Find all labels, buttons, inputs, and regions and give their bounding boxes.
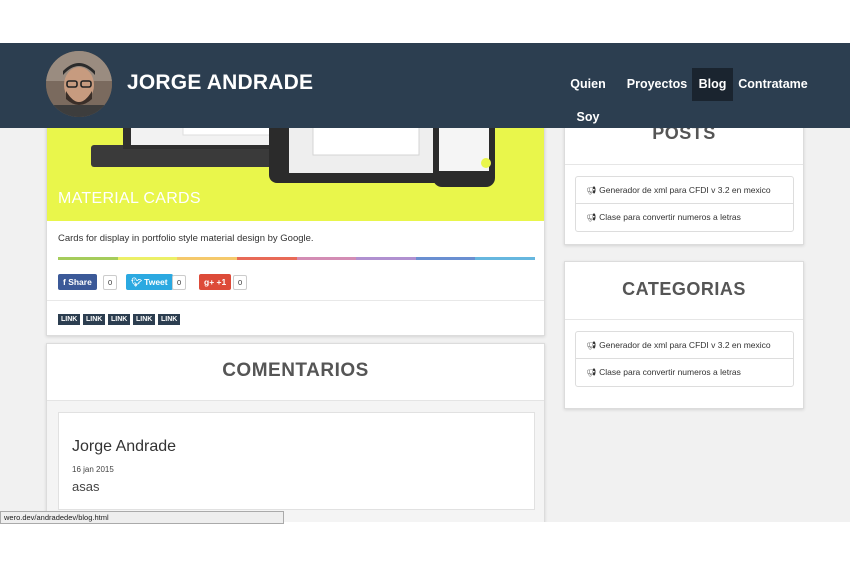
tag-link[interactable]: LINK — [133, 314, 156, 325]
top-whitespace — [0, 0, 850, 43]
google-plus-button[interactable]: g+ +1 — [199, 274, 232, 290]
nav-item-contratame[interactable]: Contratame — [738, 68, 808, 101]
categories-list-item[interactable]: 📢︎ Generador de xml para CFDI v 3.2 en me… — [576, 332, 793, 359]
tweet-label: Tweet — [144, 277, 168, 287]
tweet-button[interactable]: 🐦︎ Tweet — [126, 274, 173, 290]
bullhorn-icon: 📢︎ — [586, 368, 597, 377]
site-brand[interactable]: JORGE ANDRADE — [127, 71, 313, 95]
page-stage: MATERIAL CARDS Cards for display in port… — [0, 0, 850, 522]
color-strip-segment — [236, 257, 297, 260]
avatar-portrait — [46, 51, 112, 117]
comment-body: asas — [72, 479, 100, 494]
bullhorn-icon: 📢︎ — [586, 341, 597, 350]
color-strip-segment — [117, 257, 178, 260]
facebook-share-count: 0 — [103, 275, 118, 290]
color-strip-segment — [58, 257, 118, 260]
tag-link[interactable]: LINK — [83, 314, 106, 325]
color-strip-segment — [296, 257, 357, 260]
color-strip — [58, 257, 535, 260]
posts-list-item-label: Generador de xml para CFDI v 3.2 en mexi… — [599, 185, 771, 195]
categories-widget: CATEGORIAS 📢︎ Generador de xml para CFDI … — [564, 261, 804, 409]
bullhorn-icon: 📢︎ — [586, 213, 597, 222]
nav-item-blog[interactable]: Blog — [692, 68, 733, 101]
posts-widget-separator — [565, 164, 803, 165]
posts-list-item[interactable]: 📢︎ Clase para convertir numeros a letras — [576, 204, 793, 231]
browser-status-url: wero.dev/andradedev/blog.html — [0, 511, 284, 524]
categories-list-item-label: Generador de xml para CFDI v 3.2 en mexi… — [599, 340, 771, 350]
comment-item: Jorge Andrade 16 jan 2015 asas — [58, 412, 535, 510]
twitter-bird-icon: 🐦︎ — [131, 277, 145, 287]
posts-list-item-label: Clase para convertir numeros a letras — [599, 212, 741, 222]
color-strip-segment — [415, 257, 476, 260]
comments-header: COMENTARIOS — [47, 344, 544, 401]
tweet-count: 0 — [172, 275, 187, 290]
post-card: MATERIAL CARDS Cards for display in port… — [46, 100, 545, 336]
categories-widget-separator — [565, 319, 803, 320]
google-plus-count: 0 — [233, 275, 248, 290]
facebook-share-button[interactable]: f Share — [58, 274, 97, 290]
color-strip-segment — [177, 257, 237, 260]
comments-card: COMENTARIOS Jorge Andrade 16 jan 2015 as… — [46, 343, 545, 522]
comment-author: Jorge Andrade — [72, 438, 177, 455]
card-divider — [47, 300, 544, 301]
post-title[interactable]: MATERIAL CARDS — [58, 190, 201, 208]
bullhorn-icon: 📢︎ — [586, 186, 597, 195]
nav-item-proyectos[interactable]: Proyectos — [626, 68, 688, 101]
categories-list-item-label: Clase para convertir numeros a letras — [599, 367, 741, 377]
nav-item-quien-soy[interactable]: Quien Soy — [558, 68, 618, 124]
categories-list-item[interactable]: 📢︎ Clase para convertir numeros a letras — [576, 359, 793, 386]
color-strip-segment — [356, 257, 416, 260]
categories-widget-title: CATEGORIAS — [622, 279, 746, 299]
tag-link[interactable]: LINK — [58, 314, 81, 325]
profile-avatar[interactable] — [46, 51, 112, 117]
tag-link[interactable]: LINK — [158, 314, 181, 325]
post-description: Cards for display in portfolio style mat… — [58, 233, 314, 244]
categories-list: 📢︎ Generador de xml para CFDI v 3.2 en me… — [575, 331, 794, 387]
tag-link[interactable]: LINK — [108, 314, 131, 325]
comment-date: 16 jan 2015 — [72, 465, 114, 474]
color-strip-segment — [475, 257, 535, 260]
posts-list-item[interactable]: 📢︎ Generador de xml para CFDI v 3.2 en me… — [576, 177, 793, 204]
comments-title: COMENTARIOS — [222, 360, 369, 381]
posts-list: 📢︎ Generador de xml para CFDI v 3.2 en me… — [575, 176, 794, 232]
